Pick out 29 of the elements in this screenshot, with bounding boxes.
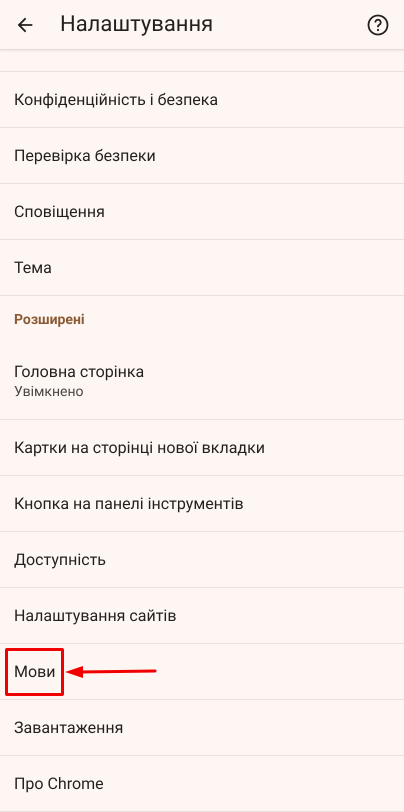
item-label: Перевірка безпеки — [14, 146, 156, 166]
item-subtitle: Увімкнено — [14, 382, 85, 402]
settings-item[interactable]: Налаштування сайтів — [0, 588, 404, 644]
item-label: Про Chrome — [14, 774, 104, 794]
item-label: Налаштування сайтів — [14, 606, 176, 626]
item-label: Картки на сторінці нової вкладки — [14, 438, 265, 458]
settings-item[interactable]: Мови — [0, 644, 404, 700]
item-label: Головна сторінка — [14, 362, 144, 382]
item-label: Сповіщення — [14, 202, 105, 222]
settings-item[interactable]: Перевірка безпеки — [0, 128, 404, 184]
settings-item[interactable]: Конфіденційність і безпека — [0, 72, 404, 128]
section-header: Розширені — [14, 310, 85, 330]
settings-item[interactable]: Головна сторінка Увімкнено — [0, 344, 404, 420]
settings-item[interactable]: Про Chrome — [0, 756, 404, 812]
item-label: Доступність — [14, 550, 106, 570]
settings-item[interactable]: Завантаження — [0, 700, 404, 756]
item-label: Конфіденційність і безпека — [14, 90, 218, 110]
item-label: Кнопка на панелі інструментів — [14, 494, 244, 514]
settings-item[interactable]: Кнопка на панелі інструментів — [0, 476, 404, 532]
arrow-icon — [65, 664, 158, 680]
item-label: Завантаження — [14, 718, 124, 738]
item-label: Мови — [5, 648, 64, 696]
app-bar-title: Налаштування — [60, 11, 214, 39]
item-label: Тема — [14, 258, 52, 278]
help-icon[interactable] — [366, 12, 390, 36]
settings-item[interactable]: Доступність — [0, 532, 404, 588]
settings-item[interactable]: Картки на сторінці нової вкладки — [0, 420, 404, 476]
settings-item[interactable]: Сповіщення — [0, 184, 404, 240]
settings-item[interactable]: Тема — [0, 240, 404, 296]
